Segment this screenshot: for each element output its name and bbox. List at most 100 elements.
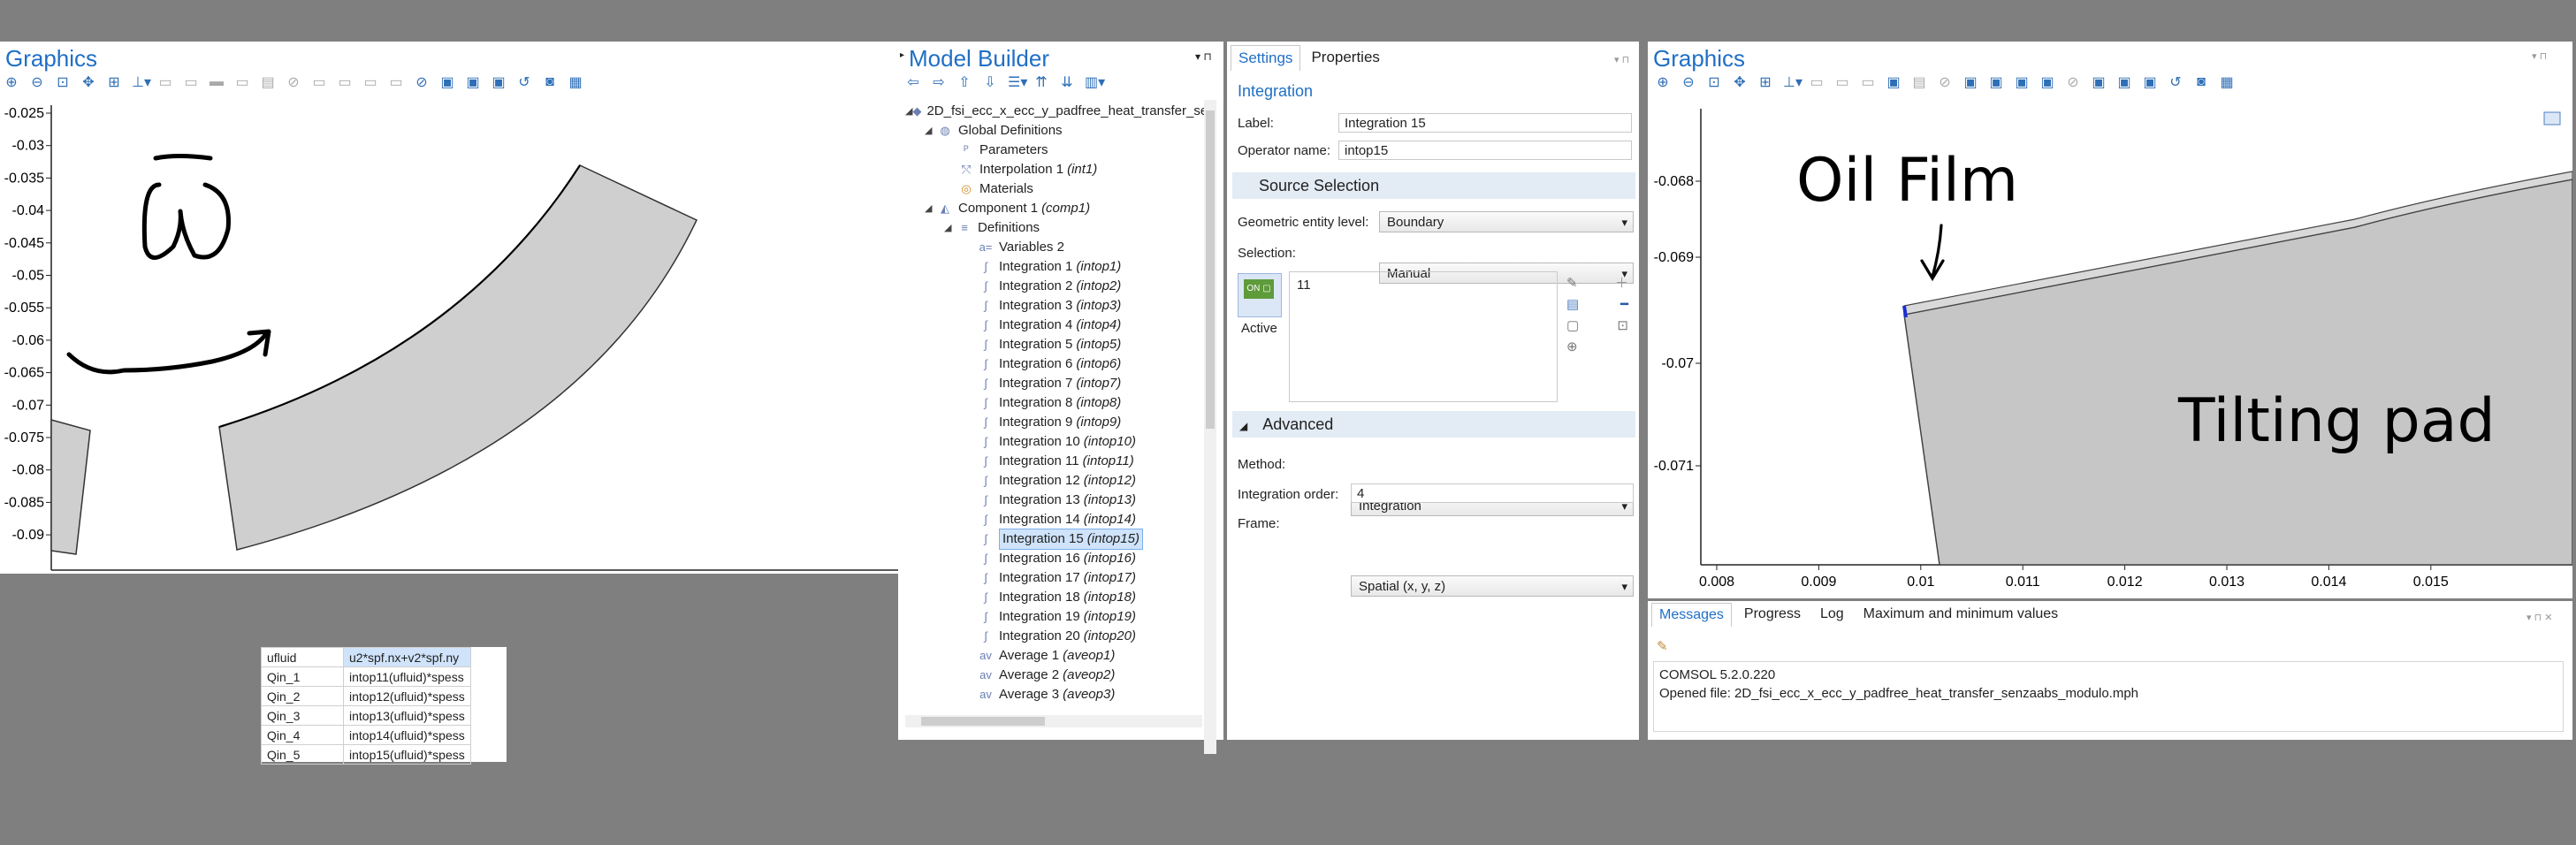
tree-interpolation[interactable]: ⤲ Interpolation 1 (int1) [905, 160, 1206, 179]
camera-icon[interactable]: ◙ [2193, 74, 2209, 90]
remove-icon[interactable]: ━ [1620, 294, 1628, 316]
forward-icon[interactable]: ⇨ [931, 73, 947, 91]
pad-geometry[interactable] [218, 164, 698, 551]
table-row[interactable]: Qin_1 intop11(ufluid)*spess [261, 666, 471, 687]
view-toggle-icon[interactable] [2543, 111, 2561, 126]
show-icon[interactable]: ☰▾ [1008, 73, 1027, 91]
transparency-icon[interactable]: ⊘ [414, 73, 430, 91]
variable-expression-cell[interactable]: intop13(ufluid)*spess [343, 705, 471, 726]
table-row[interactable]: Qin_2 intop12(ufluid)*spess [261, 686, 471, 706]
operator-name-field[interactable]: intop15 [1338, 141, 1632, 160]
grid-icon[interactable]: ⊞ [106, 73, 122, 91]
clear-selection-icon[interactable]: ⊘ [1937, 73, 1953, 91]
tree-definitions[interactable]: ◢ ≡ Definitions [905, 218, 1206, 238]
active-toggle[interactable]: ON ▢ [1238, 273, 1282, 317]
tree-item[interactable]: ∫ Integration 8 (intop8) [905, 393, 1206, 413]
transparency-icon[interactable]: ⊘ [2065, 73, 2081, 91]
tree-item[interactable]: ∫ Integration 17 (intop17) [905, 568, 1206, 588]
partial-body-geometry[interactable] [50, 419, 91, 555]
tree-scrollbar-vertical[interactable] [1204, 100, 1216, 754]
tree-item[interactable]: ∫ Integration 1 (intop1) [905, 257, 1206, 277]
render-icon[interactable]: ▣ [2116, 73, 2132, 91]
hide-point-icon[interactable]: ▭ [388, 73, 404, 91]
tree-root[interactable]: ◢ ◆ 2D_fsi_ecc_x_ecc_y_padfree_heat_transf… [905, 102, 1208, 121]
integration-order-field[interactable]: 4 [1351, 483, 1634, 503]
tab-messages[interactable]: Messages [1651, 603, 1732, 627]
tree-item[interactable]: ∫ Integration 14 (intop14) [905, 510, 1206, 529]
variable-name-cell[interactable]: ufluid [261, 647, 344, 667]
zoom-in-icon[interactable]: ⊕ [4, 73, 19, 91]
move-up-icon[interactable]: ⇧ [956, 73, 972, 91]
frame-select[interactable]: Spatial (x, y, z) [1351, 575, 1634, 598]
tree-item[interactable]: ∫ Integration 9 (intop9) [905, 413, 1206, 432]
tree-item[interactable]: ∫ Integration 11 (intop11) [905, 452, 1206, 471]
messages-menu-icon[interactable]: ▾ ⊓ ✕ [2526, 612, 2552, 623]
select-point-icon[interactable]: ▣ [1886, 73, 1902, 91]
right-graphics-canvas[interactable]: -0.068-0.069-0.07-0.071 0.008 0.009 0.01 0.… [1648, 102, 2572, 597]
tree-scrollbar-horizontal[interactable] [905, 715, 1202, 727]
hide-icon[interactable]: ▭ [311, 73, 327, 91]
tree-item[interactable]: ∫ Integration 13 (intop13) [905, 491, 1206, 510]
grid-icon[interactable]: ⊞ [1757, 73, 1773, 91]
select-all-icon[interactable]: ▤ [260, 73, 276, 91]
tree-item[interactable]: ∫ Integration 6 (intop6) [905, 354, 1206, 374]
tree-item[interactable]: ∫ Integration 16 (intop16) [905, 549, 1206, 568]
tree-materials[interactable]: ◎ Materials [905, 179, 1206, 199]
axis-dropdown-icon[interactable]: ⊥▾ [1783, 73, 1802, 91]
variable-expression-cell[interactable]: intop15(ufluid)*spess [343, 744, 471, 765]
zoom-in-icon[interactable]: ⊕ [1655, 73, 1671, 91]
label-field[interactable]: Integration 15 [1338, 113, 1632, 133]
variable-name-cell[interactable]: Qin_5 [261, 744, 344, 765]
tab-progress[interactable]: Progress [1737, 603, 1808, 627]
tree-item[interactable]: ∫ Integration 2 (intop2) [905, 277, 1206, 296]
source-selection-header[interactable]: Source Selection [1232, 172, 1635, 199]
variable-expression-cell[interactable]: intop12(ufluid)*spess [343, 686, 471, 706]
view-icon[interactable]: ▥▾ [1085, 73, 1105, 91]
tree-item[interactable]: ∫ Integration 12 (intop12) [905, 471, 1206, 491]
tilting-pad-geometry[interactable] [1903, 179, 2572, 566]
tree-item[interactable]: ∫ Integration 18 (intop18) [905, 588, 1206, 607]
reset-view-icon[interactable]: ↺ [2168, 73, 2184, 91]
variable-name-cell[interactable]: Qin_4 [261, 725, 344, 745]
select-domain-icon[interactable]: ▭ [183, 73, 199, 91]
select-boundary-icon[interactable]: ▭ [1860, 73, 1876, 91]
print-icon[interactable]: ▦ [568, 73, 583, 91]
selection-list[interactable]: 11 [1289, 271, 1558, 402]
hide-icon[interactable]: ▣ [1962, 73, 1978, 91]
tree-item[interactable]: ∫ Integration 7 (intop7) [905, 374, 1206, 393]
hide-domain-icon[interactable]: ▣ [1988, 73, 2004, 91]
zoom-extents-icon[interactable]: ✥ [80, 73, 96, 91]
tree-item[interactable]: ∫ Integration 19 (intop19) [905, 607, 1206, 627]
zoom-box-icon[interactable]: ⊡ [1706, 73, 1722, 91]
scene-light-icon[interactable]: ▣ [491, 73, 507, 91]
tree-item[interactable]: av Average 2 (aveop2) [905, 666, 1206, 685]
tree-parameters[interactable]: ᴾ Parameters [905, 141, 1206, 160]
wireframe-icon[interactable]: ▣ [439, 73, 455, 91]
paste-icon[interactable]: ✎ [1566, 273, 1578, 294]
hide-point-icon[interactable]: ▣ [2039, 73, 2055, 91]
select-icon[interactable]: ▭ [157, 73, 173, 91]
clear-selection-icon[interactable]: ⊘ [286, 73, 301, 91]
copy-icon[interactable]: ▤ [1566, 294, 1579, 316]
tree-item[interactable]: ∫ Integration 3 (intop3) [905, 296, 1206, 316]
table-row[interactable]: Qin_3 intop13(ufluid)*spess [261, 705, 471, 726]
right-panel-menu-icon[interactable]: ▾ ⊓ [2532, 50, 2547, 62]
tree-variables[interactable]: a= Variables 2 [905, 238, 1206, 257]
tree-item[interactable]: av Average 1 (aveop1) [905, 646, 1206, 666]
hide-boundary-icon[interactable]: ▣ [2014, 73, 2030, 91]
tree-global-definitions[interactable]: ◢ ◍ Global Definitions [905, 121, 1206, 141]
tab-properties[interactable]: Properties [1304, 45, 1386, 71]
tree-item[interactable]: ∫ Integration 5 (intop5) [905, 335, 1206, 354]
settings-menu-icon[interactable]: ▾ ⊓ [1614, 54, 1629, 65]
variable-name-cell[interactable]: Qin_1 [261, 666, 344, 687]
variable-name-cell[interactable]: Qin_3 [261, 705, 344, 726]
selection-list-item[interactable]: 11 [1290, 272, 1557, 298]
expand-icon[interactable]: ⇈ [1033, 73, 1049, 91]
hide-boundary-icon[interactable]: ▭ [362, 73, 378, 91]
print-icon[interactable]: ▦ [2219, 73, 2235, 91]
select-all-icon[interactable]: ▤ [1911, 73, 1927, 91]
axis-dropdown-icon[interactable]: ⊥▾ [132, 73, 151, 91]
back-icon[interactable]: ⇦ [905, 73, 921, 91]
tree-item[interactable]: av Average 3 (aveop3) [905, 685, 1206, 704]
scene-light-icon[interactable]: ▣ [2142, 73, 2158, 91]
